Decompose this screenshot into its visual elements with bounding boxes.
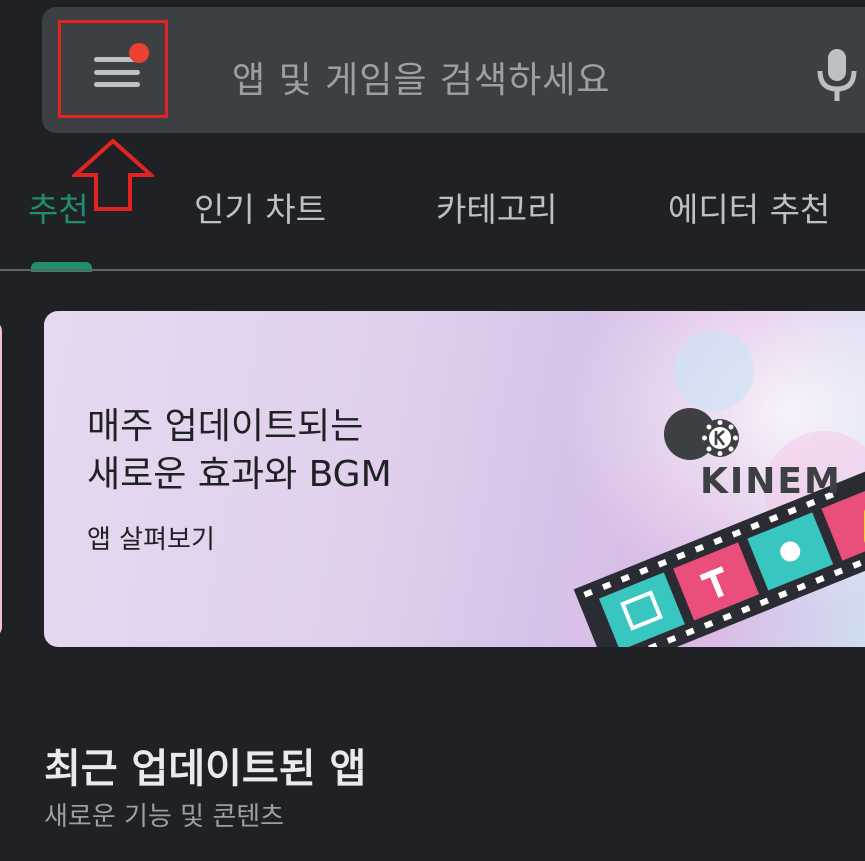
kinemaster-wordmark: KINEM <box>700 461 842 502</box>
menu-button[interactable] <box>58 20 168 118</box>
search-placeholder: 앱 및 게임을 검색하세요 <box>232 60 611 101</box>
kinemaster-k-icon <box>701 419 739 457</box>
tab-bar: 추천 인기 차트 카테고리 에디터 추천 <box>0 150 865 272</box>
section-title[interactable]: 최근 업데이트된 앱 <box>44 736 366 794</box>
tab-editors-choice[interactable]: 에디터 추천 <box>668 183 830 231</box>
banner-title-line1: 매주 업데이트되는 <box>87 406 364 447</box>
previous-banner-card[interactable] <box>0 321 2 637</box>
tab-top-charts[interactable]: 인기 차트 <box>194 183 326 231</box>
tab-recommended[interactable]: 추천 <box>28 183 89 231</box>
banner-title: 매주 업데이트되는 새로운 효과와 BGM <box>87 403 392 499</box>
notification-dot-icon <box>129 43 149 63</box>
banner-explore-link[interactable]: 앱 살펴보기 <box>87 519 215 556</box>
tabs-divider <box>0 269 865 271</box>
banner-title-line2: 새로운 효과와 BGM <box>87 454 392 495</box>
kinemaster-logo: KINEM <box>700 418 865 502</box>
mic-icon[interactable] <box>814 47 860 103</box>
section-subtitle: 새로운 기능 및 콘텐츠 <box>44 802 285 832</box>
tab-categories[interactable]: 카테고리 <box>436 183 557 231</box>
